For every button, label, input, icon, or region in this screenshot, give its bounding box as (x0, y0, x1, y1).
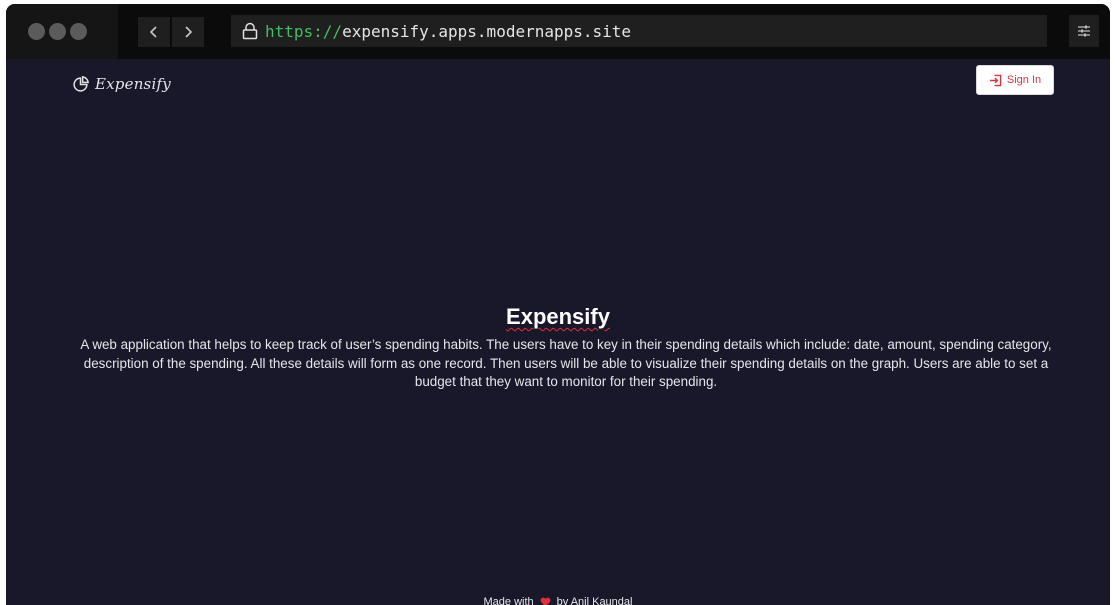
sign-in-label: Sign In (1006, 74, 1042, 86)
chevron-left-icon (149, 26, 157, 38)
chevron-right-icon (185, 26, 193, 38)
hero-description: A web application that helps to keep tra… (80, 337, 1052, 389)
minimize-window-dot[interactable] (49, 23, 66, 40)
forward-button[interactable] (172, 17, 204, 47)
pie-chart-icon (73, 75, 89, 92)
browser-settings-button[interactable] (1069, 15, 1099, 47)
sliders-icon (1078, 25, 1090, 37)
sign-in-icon (989, 74, 1002, 86)
footer: Made with by Anil Kaundal (6, 596, 1110, 605)
browser-window: https:// expensify.apps.modernapps.site … (6, 4, 1110, 605)
close-window-dot[interactable] (28, 23, 45, 40)
url-host: expensify.apps.modernapps.site (342, 21, 632, 41)
brand-logo[interactable]: Expensify (72, 75, 171, 93)
address-bar[interactable]: https:// expensify.apps.modernapps.site (231, 15, 1047, 47)
maximize-window-dot[interactable] (70, 23, 87, 40)
footer-author: by Anil Kaundal (556, 596, 633, 605)
hero-title-text: Expensify (506, 304, 610, 329)
back-button[interactable] (138, 17, 170, 47)
hero-title: Expensify (6, 304, 1110, 330)
window-controls (6, 4, 118, 59)
brand-name: Expensify (95, 75, 171, 93)
browser-toolbar: https:// expensify.apps.modernapps.site (6, 4, 1110, 59)
lock-icon (242, 22, 258, 40)
url-scheme: https:// (265, 21, 343, 41)
heart-icon (540, 597, 551, 605)
footer-made-with: Made with (483, 596, 534, 605)
sign-in-button[interactable]: Sign In (976, 65, 1054, 95)
page-content: Expensify Sign In Expensify A web applic… (6, 59, 1110, 605)
